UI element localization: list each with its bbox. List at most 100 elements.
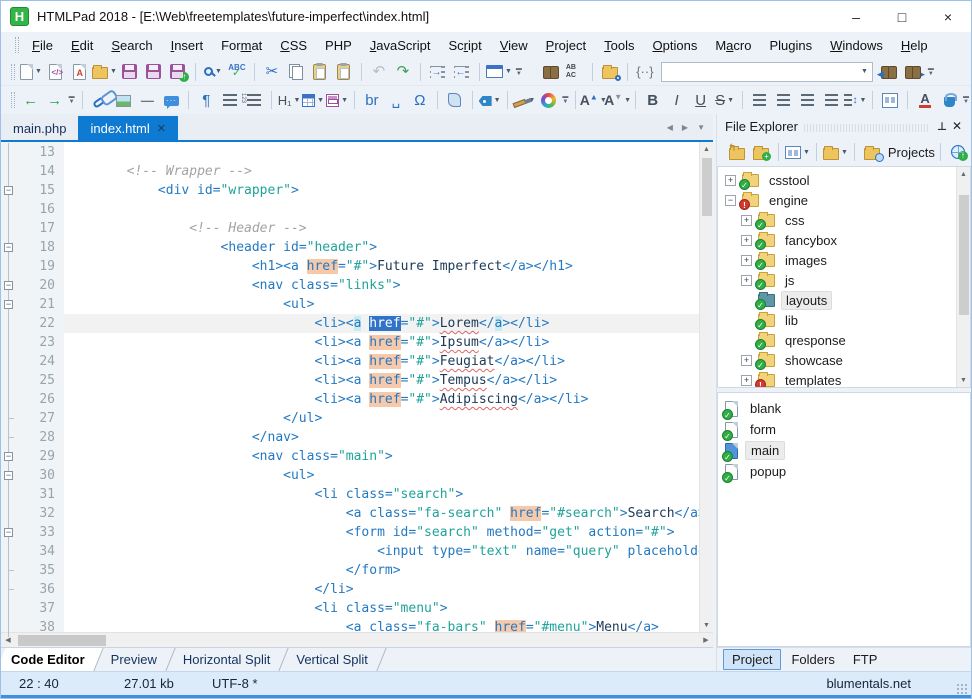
explorer-tab-ftp[interactable]: FTP [845,650,886,669]
fold-marker[interactable]: − [1,238,17,257]
editor-tab-index.html[interactable]: index.html✕ [78,116,177,140]
insert-special-character-icon[interactable]: Ω [409,89,431,111]
paste-as-text-icon[interactable] [333,61,355,83]
align-right-icon[interactable] [796,89,818,111]
find-icon[interactable] [540,61,562,83]
code-line-29[interactable]: <nav class="main"> [64,447,699,466]
fold-marker[interactable]: − [1,447,17,466]
color-picker-icon[interactable] [537,89,559,111]
save-and-upload-icon[interactable]: ↑ [167,61,189,83]
menu-edit[interactable]: Edit [62,35,102,56]
tab-list-icon[interactable]: ▼ [697,123,705,132]
code-snippets-icon[interactable]: {··} [634,61,656,83]
find-previous-icon[interactable]: ◀ [878,61,900,83]
toolbar-overflow-icon[interactable]: ▬▼ [513,62,525,82]
outdent-icon[interactable] [451,61,473,83]
insert-script-icon[interactable] [444,89,466,111]
fold-marker[interactable]: − [1,276,17,295]
undo-icon[interactable]: ↶ [368,61,390,83]
tree-scrollbar[interactable]: ▲ ▼ [956,167,970,387]
view-tab-horizontal-split[interactable]: Horizontal Split [173,648,286,671]
projects-icon[interactable] [861,141,883,163]
code-line-13[interactable] [64,143,699,162]
menu-macro[interactable]: Macro [706,35,760,56]
scroll-up-icon[interactable]: ▲ [960,167,967,181]
menu-project[interactable]: Project [537,35,595,56]
toolbar-overflow-icon[interactable]: ▬▼ [961,90,971,110]
highlight-color-icon[interactable] [938,89,960,111]
tree-item-csstool[interactable]: +✓csstool [718,170,956,190]
code-line-33[interactable]: <form id="search" method="get" action="#… [64,523,699,542]
menu-insert[interactable]: Insert [162,35,213,56]
expander-icon[interactable]: + [741,375,752,386]
tree-item-lib[interactable]: ✓lib [718,310,956,330]
font-size-decrease-icon[interactable]: A▼▼ [606,89,628,111]
spell-check-icon[interactable]: ABC [226,61,248,83]
font-size-increase-icon[interactable]: A▲▼ [582,89,604,111]
code-line-24[interactable]: <li><a href="#">Feugiat</a></li> [64,352,699,371]
toolbar-overflow-icon[interactable]: ▬▼ [67,90,77,110]
insert-horizontal-rule-icon[interactable]: — [136,89,158,111]
scroll-right-icon[interactable]: ▶ [699,633,713,647]
format-painter-icon[interactable]: ▼ [513,89,535,111]
scroll-up-icon[interactable]: ▲ [700,142,714,156]
expander-icon[interactable]: + [741,355,752,366]
projects-label[interactable]: Projects [888,145,935,160]
code-line-32[interactable]: <a class="fa-search" href="#search">Sear… [64,504,699,523]
paste-icon[interactable] [309,61,331,83]
file-item-popup[interactable]: ✓popup [718,461,970,482]
new-folder-icon[interactable]: + [750,141,772,163]
tab-close-icon[interactable]: ✕ [157,122,166,135]
editor-vertical-scrollbar[interactable]: ▲ ▼ [699,142,713,632]
tab-scroll-left-icon[interactable]: ◀ [667,123,673,132]
code-line-18[interactable]: <header id="header"> [64,238,699,257]
toolbar-overflow-icon[interactable]: ▬▼ [560,90,570,110]
numbered-list-icon[interactable] [243,89,265,111]
bullet-list-icon[interactable] [219,89,241,111]
menu-plugins[interactable]: Plugins [760,35,821,56]
new-document-icon[interactable]: ▼ [20,61,42,83]
code-line-35[interactable]: </form> [64,561,699,580]
tree-item-js[interactable]: +✓js [718,270,956,290]
navigate-forward-icon[interactable]: → [44,89,66,111]
close-button[interactable]: × [925,1,971,32]
menu-windows[interactable]: Windows [821,35,892,56]
code-editor[interactable]: 1314−151617−1819−20−2122232425262728−29−… [1,142,713,632]
insert-image-icon[interactable] [112,89,134,111]
code-line-38[interactable]: <a class="fa-bars" href="#menu">Menu</a> [64,618,699,632]
pin-icon[interactable]: ⊥ [935,120,949,133]
minimize-button[interactable]: – [833,1,879,32]
scroll-thumb[interactable] [702,158,712,216]
insert-tag-icon[interactable]: ▼ [479,89,501,111]
tree-item-css[interactable]: +✓css [718,210,956,230]
expander-icon[interactable]: + [741,235,752,246]
open-folder-icon[interactable]: ▼ [92,61,117,83]
insert-link-icon[interactable] [88,89,110,111]
file-item-blank[interactable]: ✓blank [718,398,970,419]
code-line-14[interactable]: <!-- Wrapper --> [64,162,699,181]
code-line-23[interactable]: <li><a href="#">Ipsum</a></li> [64,333,699,352]
folder-menu-icon[interactable]: ▼ [823,141,848,163]
code-line-27[interactable]: </ul> [64,409,699,428]
tree-item-fancybox[interactable]: +✓fancybox [718,230,956,250]
menu-file[interactable]: File [23,35,62,56]
save-icon[interactable] [119,61,141,83]
paragraph-icon[interactable]: ¶ [195,89,217,111]
bold-icon[interactable]: B [642,89,664,111]
menu-format[interactable]: Format [212,35,271,56]
line-spacing-icon[interactable]: ↕▼ [844,89,866,111]
file-item-form[interactable]: ✓form [718,419,970,440]
menu-help[interactable]: Help [892,35,937,56]
insert-comment-icon[interactable]: ··· [160,89,182,111]
resize-grip[interactable] [957,684,967,694]
code-line-21[interactable]: <ul> [64,295,699,314]
menu-options[interactable]: Options [644,35,707,56]
view-tab-code-editor[interactable]: Code Editor [1,648,101,671]
redo-icon[interactable]: ↷ [392,61,414,83]
expander-icon[interactable]: + [741,255,752,266]
view-tab-preview[interactable]: Preview [101,648,173,671]
menu-search[interactable]: Search [102,35,161,56]
code-line-16[interactable] [64,200,699,219]
search-combo-input[interactable]: ▼ [661,62,873,82]
code-line-37[interactable]: <li class="menu"> [64,599,699,618]
